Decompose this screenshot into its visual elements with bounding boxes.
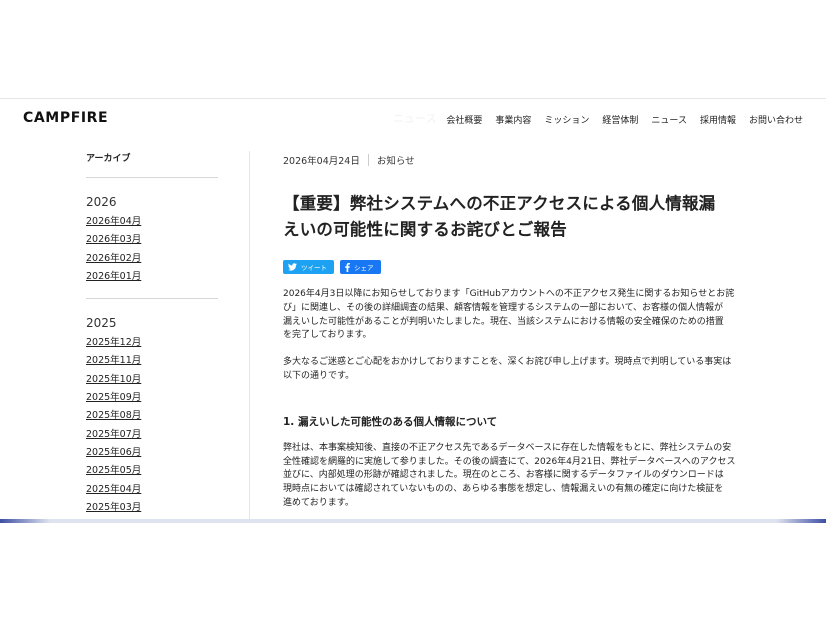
text-line: 進めております。	[283, 497, 354, 508]
share-buttons: ツイート シェア	[283, 260, 743, 274]
text-line: び」に関連し、その後の詳細調査の結果、顧客情報を管理するシステムの一部において、…	[283, 302, 724, 313]
text-line: 全性確認を網羅的に実施して参りました。その後の調査にて、2026年4月21日、弊…	[283, 456, 736, 467]
share-label: シェア	[354, 264, 374, 272]
article-paragraph: 弊社は、本事案検知後、直接の不正アクセス先であるデータベースに存在した情報をもと…	[283, 442, 743, 511]
article-title-line: えいの可能性に関するお詫びとご報告	[283, 220, 567, 239]
nav-business[interactable]: 事業内容	[495, 113, 531, 126]
archive-month-link[interactable]: 2026年03月	[86, 233, 218, 251]
archive-month-link[interactable]: 2025年07月	[86, 428, 218, 446]
website-viewport: CAMPFIRE ニュース 会社概要 事業内容 ミッション 経営体制 ニュース …	[0, 98, 826, 522]
archive-month-link[interactable]: 2026年02月	[86, 252, 218, 270]
text-line: 並びに、内部処理の形跡が確認されました。現在のところ、お客様に関するデータファイ…	[283, 470, 724, 481]
nav-mission[interactable]: ミッション	[544, 113, 589, 126]
article-date: 2026年04月24日	[283, 156, 360, 167]
meta-separator	[367, 154, 369, 166]
text-line: 2026年4月3日以降にお知らせしております「GitHubアカウントへの不正アク…	[283, 289, 735, 299]
archive-year: 2025	[86, 316, 117, 331]
archive-sidebar: アーカイブ 2026 2026年04月 2026年03月 2026年02月 20…	[86, 151, 218, 519]
article-paragraph: 多大なるご迷惑とご心配をおかけしておりますことを、深くお詫び申し上げます。現時点…	[283, 356, 743, 384]
article-title-line: 【重要】弊社システムへの不正アクセスによる個人情報漏	[283, 194, 716, 213]
nav-management[interactable]: 経営体制	[602, 113, 638, 126]
campfire-logo[interactable]: CAMPFIRE	[23, 110, 108, 126]
archive-month-list: 2026年04月 2026年03月 2026年02月 2026年01月	[86, 215, 218, 288]
facebook-share-button[interactable]: シェア	[340, 260, 381, 274]
twitter-bird-icon	[288, 263, 297, 271]
text-line: 多大なるご迷惑とご心配をおかけしておりますことを、深くお詫び申し上げます。現時点…	[283, 357, 732, 368]
archive-month-link[interactable]: 2026年04月	[86, 215, 218, 233]
text-line: 以下の通りです。	[283, 370, 355, 381]
facebook-f-icon	[345, 262, 350, 272]
article-meta: 2026年04月24日 お知らせ	[283, 153, 743, 167]
section-heading: 1. 漏えいした可能性のある個人情報について	[283, 415, 498, 428]
site-header: CAMPFIRE ニュース 会社概要 事業内容 ミッション 経営体制 ニュース …	[0, 99, 826, 139]
divider	[86, 298, 218, 300]
divider	[86, 177, 218, 178]
window-bottom-edge	[0, 519, 826, 523]
archive-month-link[interactable]: 2025年10月	[86, 373, 218, 391]
column-divider	[249, 151, 250, 522]
global-nav: 会社概要 事業内容 ミッション 経営体制 ニュース 採用情報 お問い合わせ	[446, 113, 803, 126]
text-line: 弊社は、本事案検知後、直接の不正アクセス先であるデータベースに存在した情報をもと…	[283, 442, 732, 453]
archive-month-link[interactable]: 2025年08月	[86, 409, 218, 427]
nav-news[interactable]: ニュース	[651, 113, 687, 126]
archive-month-link[interactable]: 2026年01月	[86, 270, 218, 288]
article-paragraph: 2026年4月3日以降にお知らせしております「GitHubアカウントへの不正アク…	[283, 288, 743, 343]
tweet-button[interactable]: ツイート	[283, 260, 334, 274]
article-category[interactable]: お知らせ	[377, 153, 415, 167]
archive-month-link[interactable]: 2025年09月	[86, 391, 218, 409]
tweet-label: ツイート	[301, 264, 327, 272]
archive-month-link[interactable]: 2025年04月	[86, 483, 218, 501]
text-line: 現時点においては確認されていないものの、あらゆる事態を想定し、情報漏えいの有無の…	[283, 484, 724, 495]
archive-title: アーカイブ	[86, 154, 131, 164]
nav-recruit[interactable]: 採用情報	[700, 113, 736, 126]
text-line: を完了しております。	[283, 330, 372, 341]
archive-month-link[interactable]: 2025年12月	[86, 336, 218, 354]
archive-month-link[interactable]: 2025年05月	[86, 464, 218, 482]
archive-month-list: 2025年12月 2025年11月 2025年10月 2025年09月 2025…	[86, 336, 218, 519]
article: 2026年04月24日 お知らせ 【重要】弊社システムへの不正アクセスによる個人…	[283, 153, 743, 511]
article-title: 【重要】弊社システムへの不正アクセスによる個人情報漏 えいの可能性に関するお詫び…	[283, 191, 743, 243]
archive-year: 2026	[86, 195, 117, 209]
faded-section-label: ニュース	[393, 112, 437, 125]
nav-company[interactable]: 会社概要	[446, 113, 482, 126]
archive-month-link[interactable]: 2025年06月	[86, 446, 218, 464]
nav-contact[interactable]: お問い合わせ	[749, 113, 803, 126]
archive-month-link[interactable]: 2025年11月	[86, 354, 218, 372]
archive-month-link[interactable]: 2025年03月	[86, 501, 218, 519]
text-line: 漏えいした可能性があることが判明いたしました。現在、当該システムにおける情報の安…	[283, 316, 724, 327]
